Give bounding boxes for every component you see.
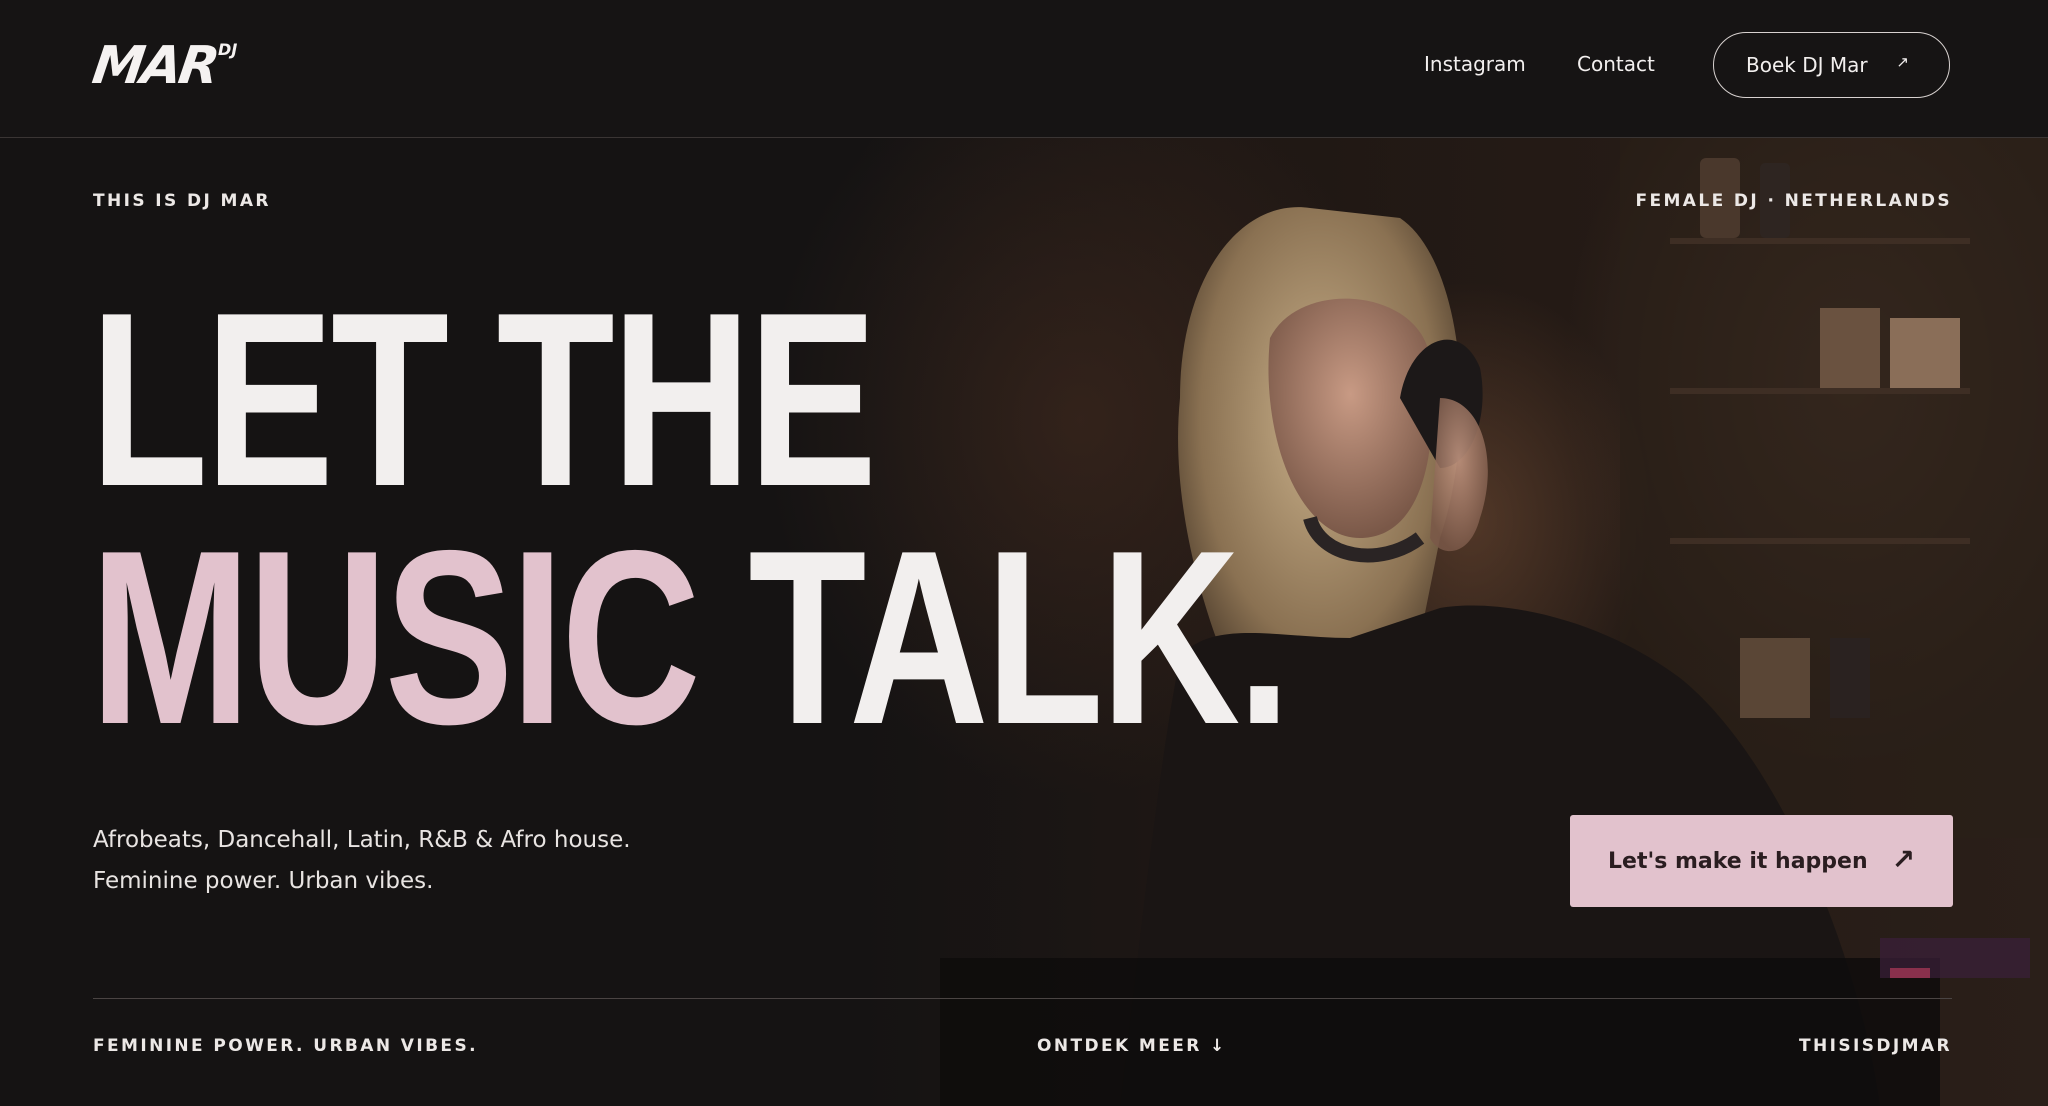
cta-button-label: Let's make it happen — [1608, 848, 1868, 874]
cta-button[interactable]: Let's make it happen ↗ — [1570, 815, 1953, 907]
footer-divider — [93, 998, 1952, 999]
tagline-line-2: Feminine power. Urban vibes. — [93, 868, 434, 894]
instagram-handle-link[interactable]: THISISDJMAR — [1799, 1036, 1952, 1056]
hero-headline: LET THE MUSIC TALK. — [90, 275, 1291, 761]
book-dj-button[interactable]: Boek DJ Mar ↗ — [1713, 32, 1950, 98]
book-dj-button-label: Boek DJ Mar — [1746, 53, 1868, 77]
eyebrow-right: FEMALE DJ · NETHERLANDS — [1635, 191, 1952, 211]
logo[interactable]: MAR DJ — [89, 36, 238, 96]
headline-line-2-rest: TALK. — [697, 498, 1291, 776]
tagline-line-1: Afrobeats, Dancehall, Latin, R&B & Afro … — [93, 827, 631, 853]
logo-superscript: DJ — [218, 40, 238, 59]
arrow-up-right-icon: ↗ — [1891, 843, 1915, 876]
discover-more-link[interactable]: ONTDEK MEER ↓ — [1037, 1036, 1227, 1056]
footer-slogan: FEMININE POWER. URBAN VIBES. — [93, 1036, 478, 1056]
arrow-up-right-icon: ↗ — [1896, 53, 1909, 71]
logo-text: MAR — [88, 36, 221, 96]
top-navigation-bar: MAR DJ Instagram Contact Boek DJ Mar ↗ — [0, 0, 2048, 138]
nav-contact-link[interactable]: Contact — [1577, 52, 1655, 76]
eyebrow-left: THIS IS DJ MAR — [93, 191, 271, 211]
hero-tagline: Afrobeats, Dancehall, Latin, R&B & Afro … — [93, 820, 631, 902]
headline-accent-word: MUSIC — [90, 498, 701, 776]
headline-line-1: LET THE — [90, 260, 877, 538]
nav-instagram-link[interactable]: Instagram — [1424, 52, 1526, 76]
